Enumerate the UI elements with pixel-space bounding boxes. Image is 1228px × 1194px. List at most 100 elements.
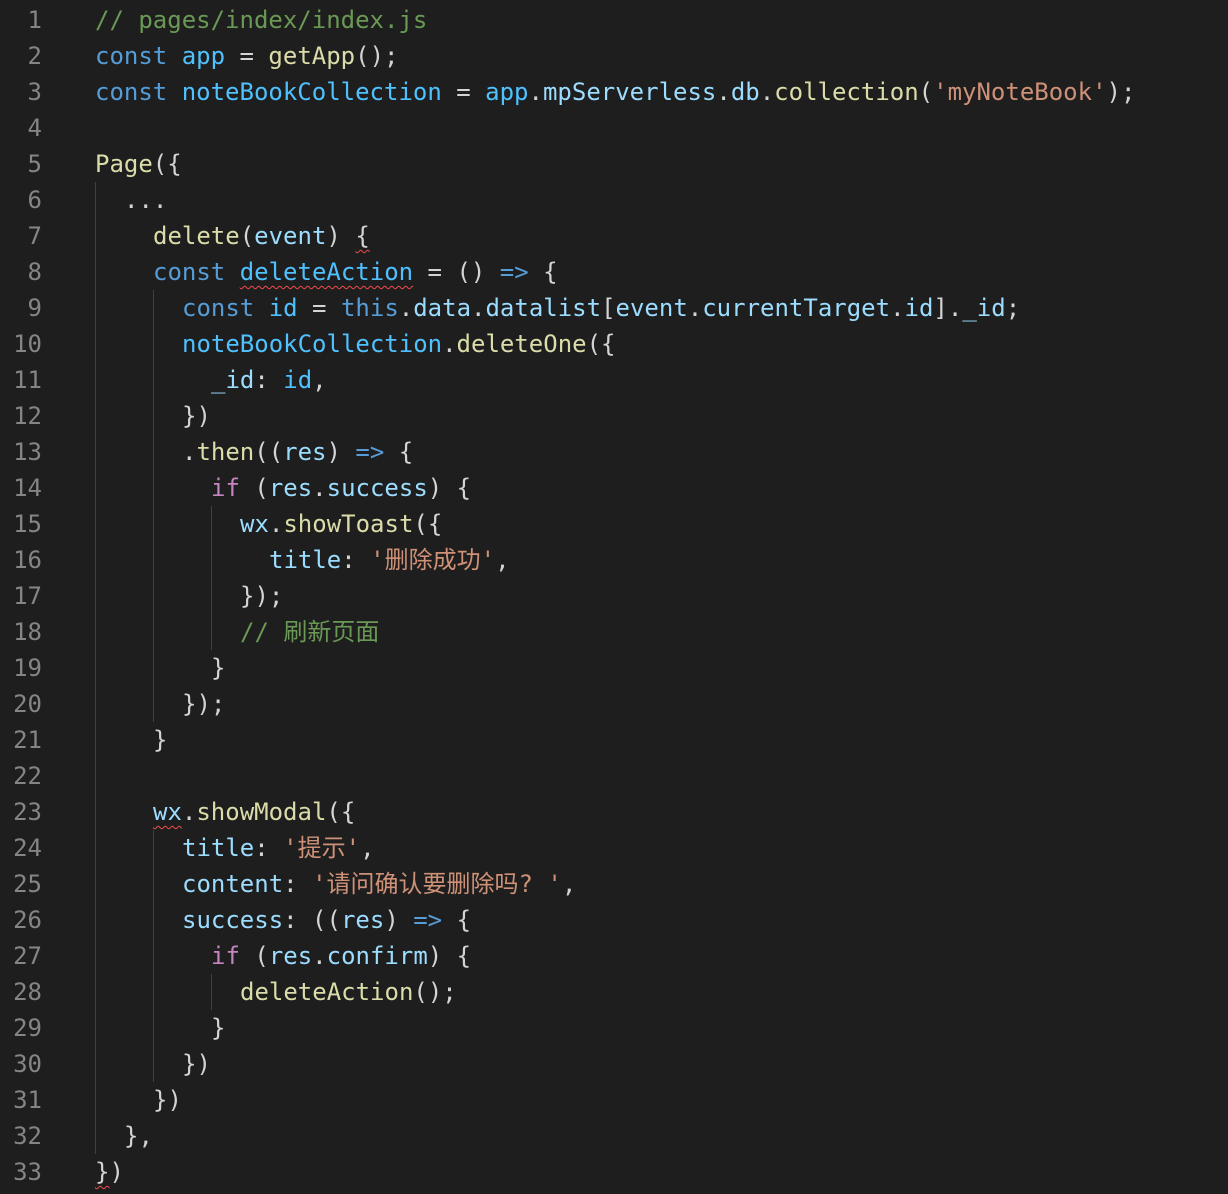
code-content: // pages/index/index.js [95,2,427,38]
code-token: . [890,294,905,322]
code-token: . [312,942,327,970]
code-line[interactable]: 20}); [0,686,1228,722]
code-line[interactable]: 29} [0,1010,1228,1046]
code-line[interactable]: 11 _id: id, [0,362,1228,398]
code-line[interactable]: 30}) [0,1046,1228,1082]
code-line[interactable]: 12}) [0,398,1228,434]
code-line[interactable]: 32}, [0,1118,1228,1154]
code-token: showModal [196,798,327,826]
code-token: { [442,906,472,934]
code-editor[interactable]: 1 // pages/index/index.js 2 const app = get… [0,0,1228,1194]
code-token: . [528,78,543,106]
code-line[interactable]: 18 // 刷新页面 [0,614,1228,650]
code-line[interactable]: 22 [0,758,1228,794]
code-content: const noteBookCollection = app.mpServerl… [95,74,1135,110]
code-line[interactable]: 5 Page({ [0,146,1228,182]
code-line[interactable]: 3 const noteBookCollection = app.mpServer… [0,74,1228,110]
line-number: 13 [13,438,42,466]
code-content: wx.showToast({ [240,506,442,542]
code-token: = [441,78,486,106]
code-content: }) [153,1082,182,1118]
code-line[interactable]: 27 if (res.confirm) { [0,938,1228,974]
line-number: 29 [13,1014,42,1042]
code-line[interactable]: 24 title: '提示', [0,830,1228,866]
code-line[interactable]: 19} [0,650,1228,686]
code-line[interactable]: 8 const deleteAction = () => { [0,254,1228,290]
code-line[interactable]: 10 noteBookCollection.deleteOne({ [0,326,1228,362]
code-token: ]. [933,294,963,322]
line-number: 15 [13,510,42,538]
code-token: title [269,546,342,574]
code-line[interactable]: 2 const app = getApp(); [0,38,1228,74]
code-token: const [95,42,168,70]
code-line[interactable]: 1 // pages/index/index.js [0,2,1228,38]
code-token: } [211,654,226,682]
code-token: = [297,294,341,322]
code-token: confirm [326,942,428,970]
code-token: currentTarget [702,294,891,322]
code-content: const deleteAction = () => { [153,254,558,290]
code-token: wx [240,510,269,538]
line-number: 25 [13,870,42,898]
line-number: 12 [13,402,42,430]
code-line[interactable]: 15 wx.showToast({ [0,506,1228,542]
code-line[interactable]: 4 [0,110,1228,146]
code-content: } [153,722,167,758]
code-line[interactable]: 21} [0,722,1228,758]
code-content: deleteAction(); [240,974,457,1010]
code-token: data [413,294,472,322]
code-token: ) [326,222,356,250]
code-line[interactable]: 14 if (res.success) { [0,470,1228,506]
code-line[interactable]: 33}) [0,1154,1228,1190]
code-token: . [398,294,414,322]
code-content: noteBookCollection.deleteOne({ [182,326,616,362]
code-token: id [283,366,313,394]
code-token: : [283,870,313,898]
code-token: title [182,834,255,862]
code-line[interactable]: 13 .then((res) => { [0,434,1228,470]
line-number: 14 [13,474,42,502]
line-number: 26 [13,906,42,934]
code-content: }) [182,398,211,434]
code-line[interactable]: 25 content: '请问确认要删除吗? ', [0,866,1228,902]
code-token: = () [413,258,500,286]
code-line[interactable]: 6... [0,182,1228,218]
code-line[interactable]: 26 success: ((res) => { [0,902,1228,938]
code-token: . [182,438,197,466]
code-token: }) [182,402,211,430]
code-token: { [355,222,370,250]
code-token: db [730,78,760,106]
code-token: content [182,870,284,898]
code-token: . [716,78,731,106]
code-token: ( [239,474,269,502]
line-number: 33 [13,1158,42,1186]
code-line[interactable]: 31}) [0,1082,1228,1118]
code-token: }) [182,1050,211,1078]
code-line[interactable]: 28 deleteAction(); [0,974,1228,1010]
code-token: noteBookCollection [181,78,442,106]
code-content: }); [240,578,283,614]
code-token: // pages/index/index.js [95,6,428,34]
code-token: app [485,78,529,106]
code-token: , [561,870,577,898]
code-line[interactable]: 9 const id = this.data.datalist[event.cur… [0,290,1228,326]
code-line[interactable]: 17}); [0,578,1228,614]
code-token: '请问确认要删除吗? ' [312,870,562,898]
code-line[interactable]: 7 delete(event) { [0,218,1228,254]
code-line[interactable]: 16 title: '删除成功', [0,542,1228,578]
code-token: ) { [427,942,472,970]
line-number: 30 [13,1050,42,1078]
line-number: 20 [13,690,42,718]
code-token: ( [239,222,255,250]
code-token: app [181,42,226,70]
line-number: 24 [13,834,42,862]
code-token: res [340,906,385,934]
code-token: : [254,834,284,862]
code-line[interactable]: 23 wx.showModal({ [0,794,1228,830]
code-token: . [442,330,457,358]
code-token: success [326,474,428,502]
line-number: 10 [13,330,42,358]
code-token: _id [211,366,255,394]
code-token: res [268,474,313,502]
